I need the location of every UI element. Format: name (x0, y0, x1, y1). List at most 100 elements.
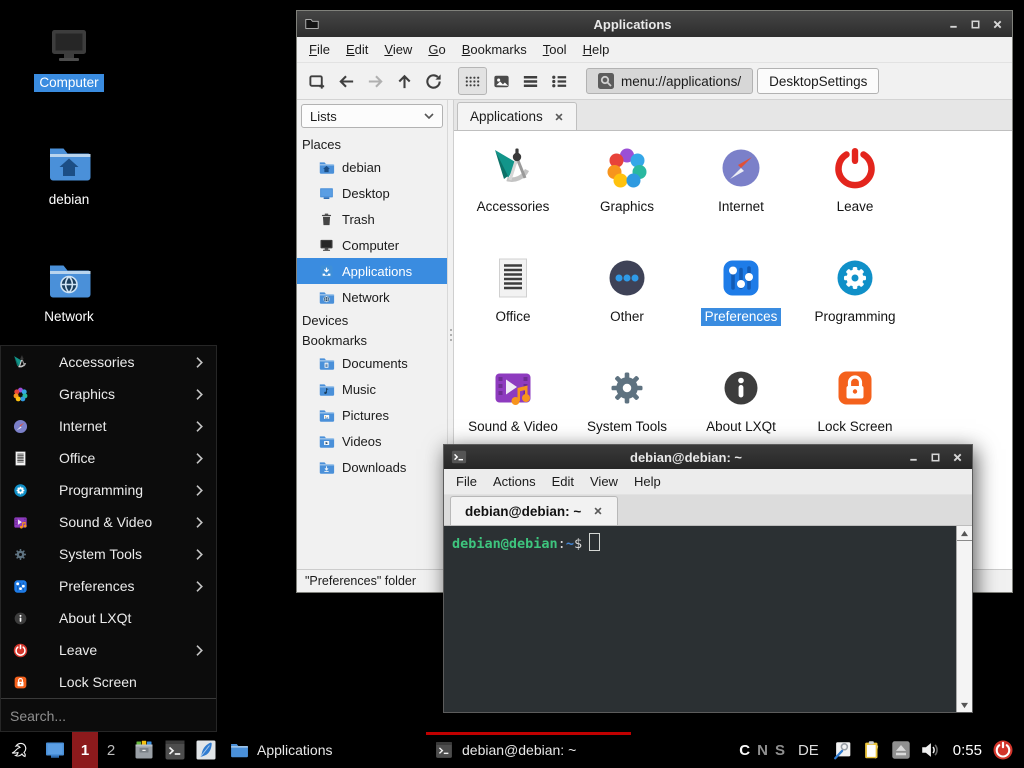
power-button[interactable] (991, 732, 1015, 768)
kbd-indicator-s[interactable]: S (775, 742, 785, 759)
menu-tool[interactable]: Tool (535, 39, 575, 60)
start-menu-item-leave[interactable]: Leave (1, 634, 216, 666)
scrollbar-track[interactable] (957, 540, 972, 698)
menu-search-input[interactable]: Search... (1, 698, 216, 732)
launcher-terminal[interactable] (159, 732, 190, 768)
start-menu-item-accessories[interactable]: Accessories (1, 346, 216, 378)
grid-item-other[interactable]: Other (570, 245, 684, 355)
tab-applications[interactable]: Applications (457, 102, 577, 130)
address-crumb[interactable]: menu://applications/ (586, 68, 753, 94)
term-titlebar[interactable]: debian@debian: ~ (444, 445, 972, 469)
view-detail-button[interactable] (545, 67, 574, 95)
keyboard-layout[interactable]: DE (798, 742, 819, 759)
task-applications[interactable]: Applications (221, 732, 426, 768)
sidebar-item-trash[interactable]: Trash (297, 206, 447, 232)
menu-go[interactable]: Go (420, 39, 453, 60)
desktop-icon-computer[interactable]: Computer (21, 22, 117, 92)
sidebar-mode-select[interactable]: Lists (301, 104, 443, 128)
close-button[interactable] (949, 450, 965, 464)
workspace-2[interactable]: 2 (98, 732, 124, 768)
desktopsettings-crumb[interactable]: DesktopSettings (757, 68, 879, 94)
launcher-file-manager[interactable] (128, 732, 159, 768)
maximize-button[interactable] (927, 450, 943, 464)
scroll-down-icon[interactable] (957, 698, 972, 712)
term-menu-actions[interactable]: Actions (485, 471, 544, 492)
start-menu-item-programming[interactable]: Programming (1, 474, 216, 506)
task-debian-debian[interactable]: debian@debian: ~ (426, 732, 631, 768)
term-tab-close-icon[interactable] (593, 506, 603, 516)
terminal-scrollbar[interactable] (956, 526, 972, 712)
up-button[interactable] (390, 67, 419, 95)
start-menu-item-office[interactable]: Office (1, 442, 216, 474)
view-compact-button[interactable] (516, 67, 545, 95)
grid-item-internet[interactable]: Internet (684, 135, 798, 245)
sidebar-item-label: Computer (342, 238, 399, 253)
sidebar-item-pictures[interactable]: Pictures (297, 402, 447, 428)
sidebar-item-applications[interactable]: Applications (297, 258, 447, 284)
start-menu-item-sound-video[interactable]: Sound & Video (1, 506, 216, 538)
tray-eject[interactable] (890, 732, 912, 768)
refresh-button[interactable] (419, 67, 448, 95)
menu-view[interactable]: View (376, 39, 420, 60)
fm-titlebar[interactable]: Applications (297, 11, 1012, 37)
term-menu-file[interactable]: File (448, 471, 485, 492)
start-menu-item-lock-screen[interactable]: Lock Screen (1, 666, 216, 698)
forward-button[interactable] (361, 67, 390, 95)
kbd-indicator-c[interactable]: C (739, 742, 750, 759)
sidebar-item-desktop[interactable]: Desktop (297, 180, 447, 206)
grid-item-leave[interactable]: Leave (798, 135, 912, 245)
start-menu-item-internet[interactable]: Internet (1, 410, 216, 442)
term-menu-view[interactable]: View (582, 471, 626, 492)
maximize-button[interactable] (967, 17, 983, 31)
sidebar-item-documents[interactable]: Documents (297, 350, 447, 376)
term-menu-edit[interactable]: Edit (544, 471, 582, 492)
start-menu-item-graphics[interactable]: Graphics (1, 378, 216, 410)
menu-file[interactable]: File (301, 39, 338, 60)
grid-item-programming[interactable]: Programming (798, 245, 912, 355)
start-menu-item-preferences[interactable]: Preferences (1, 570, 216, 602)
leave-icon (831, 144, 879, 192)
back-button[interactable] (332, 67, 361, 95)
grid-item-preferences[interactable]: Preferences (684, 245, 798, 355)
view-grid-button[interactable] (458, 67, 487, 95)
tray-screenshot[interactable] (832, 732, 854, 768)
menu-bookmarks[interactable]: Bookmarks (454, 39, 535, 60)
sidebar-item-music[interactable]: Music (297, 376, 447, 402)
search-placeholder: Search... (10, 708, 66, 724)
sidebar-item-network[interactable]: Network (297, 284, 447, 310)
desktop-icon-network[interactable]: Network (21, 256, 117, 326)
sidebar-item-debian[interactable]: debian (297, 154, 447, 180)
start-menu-item-about-lxqt[interactable]: About LXQt (1, 602, 216, 634)
path-bar: menu://applications/ DesktopSettings (586, 68, 883, 94)
grid-item-accessories[interactable]: Accessories (456, 135, 570, 245)
desktop-icon-debian[interactable]: debian (21, 139, 117, 209)
minimize-button[interactable] (905, 450, 921, 464)
sidebar-item-label: Documents (342, 356, 408, 371)
minimize-button[interactable] (945, 17, 961, 31)
menu-help[interactable]: Help (575, 39, 618, 60)
sidebar-item-downloads[interactable]: Downloads (297, 454, 447, 480)
kbd-indicator-n[interactable]: N (757, 742, 768, 759)
show-desktop-button[interactable] (38, 732, 72, 768)
view-image-button[interactable] (487, 67, 516, 95)
tray-clipboard[interactable] (861, 732, 883, 768)
menu-edit[interactable]: Edit (338, 39, 376, 60)
sidebar-item-computer[interactable]: Computer (297, 232, 447, 258)
start-menu-item-system-tools[interactable]: System Tools (1, 538, 216, 570)
grid-item-office[interactable]: Office (456, 245, 570, 355)
terminal-view[interactable]: debian@debian:~$ (444, 526, 972, 712)
close-button[interactable] (989, 17, 1005, 31)
grid-item-graphics[interactable]: Graphics (570, 135, 684, 245)
main-menu-button[interactable] (0, 732, 38, 768)
sidebar-item-videos[interactable]: Videos (297, 428, 447, 454)
launcher-featherpad[interactable] (190, 732, 221, 768)
clock[interactable]: 0:55 (953, 742, 982, 759)
tab-close-icon[interactable] (554, 112, 564, 122)
workspace-1[interactable]: 1 (72, 732, 98, 768)
system-tray: CNS DE 0:55 (739, 732, 1024, 768)
term-menu-help[interactable]: Help (626, 471, 669, 492)
tray-volume[interactable] (919, 732, 941, 768)
scroll-up-icon[interactable] (957, 526, 972, 540)
new-tab-button[interactable] (303, 67, 332, 95)
term-tab[interactable]: debian@debian: ~ (450, 496, 618, 525)
